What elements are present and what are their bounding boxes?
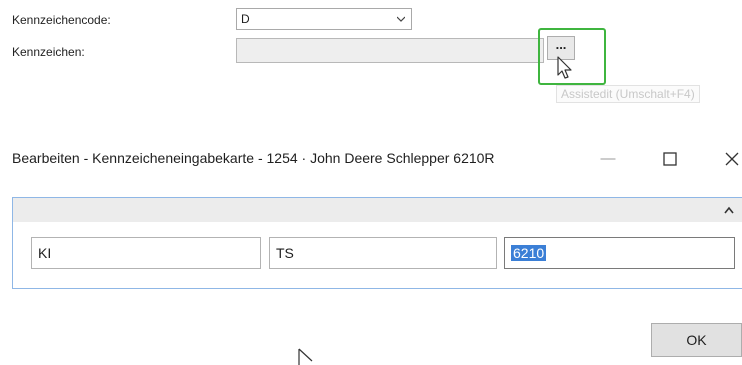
cursor-arrow-icon — [557, 56, 572, 79]
maximize-icon[interactable] — [663, 152, 677, 166]
ok-button[interactable]: OK — [651, 323, 742, 357]
kennzeichencode-dropdown[interactable]: D — [236, 8, 412, 30]
chevron-up-icon[interactable] — [724, 206, 734, 214]
minimize-icon[interactable]: — — [596, 150, 620, 168]
kennzeichencode-value: D — [241, 12, 250, 26]
cursor-arrow-icon — [298, 348, 313, 365]
chevron-down-icon — [397, 16, 405, 22]
plate-part-1-input[interactable]: KI — [31, 237, 261, 269]
kennzeichen-field[interactable] — [236, 38, 544, 63]
assist-tooltip: Assistedit (Umschalt+F4) — [556, 85, 700, 103]
kennzeichen-label: Kennzeichen: — [12, 45, 85, 59]
selected-text: 6210 — [511, 245, 547, 261]
plate-part-2-input[interactable]: TS — [269, 237, 497, 269]
close-icon[interactable] — [724, 151, 740, 167]
panel-header[interactable] — [13, 198, 742, 222]
plate-part-3-input[interactable]: 6210 — [504, 237, 735, 269]
kennzeichencode-label: Kennzeichencode: — [12, 13, 111, 27]
dialog-title: Bearbeiten - Kennzeicheneingabekarte - 1… — [12, 150, 495, 166]
